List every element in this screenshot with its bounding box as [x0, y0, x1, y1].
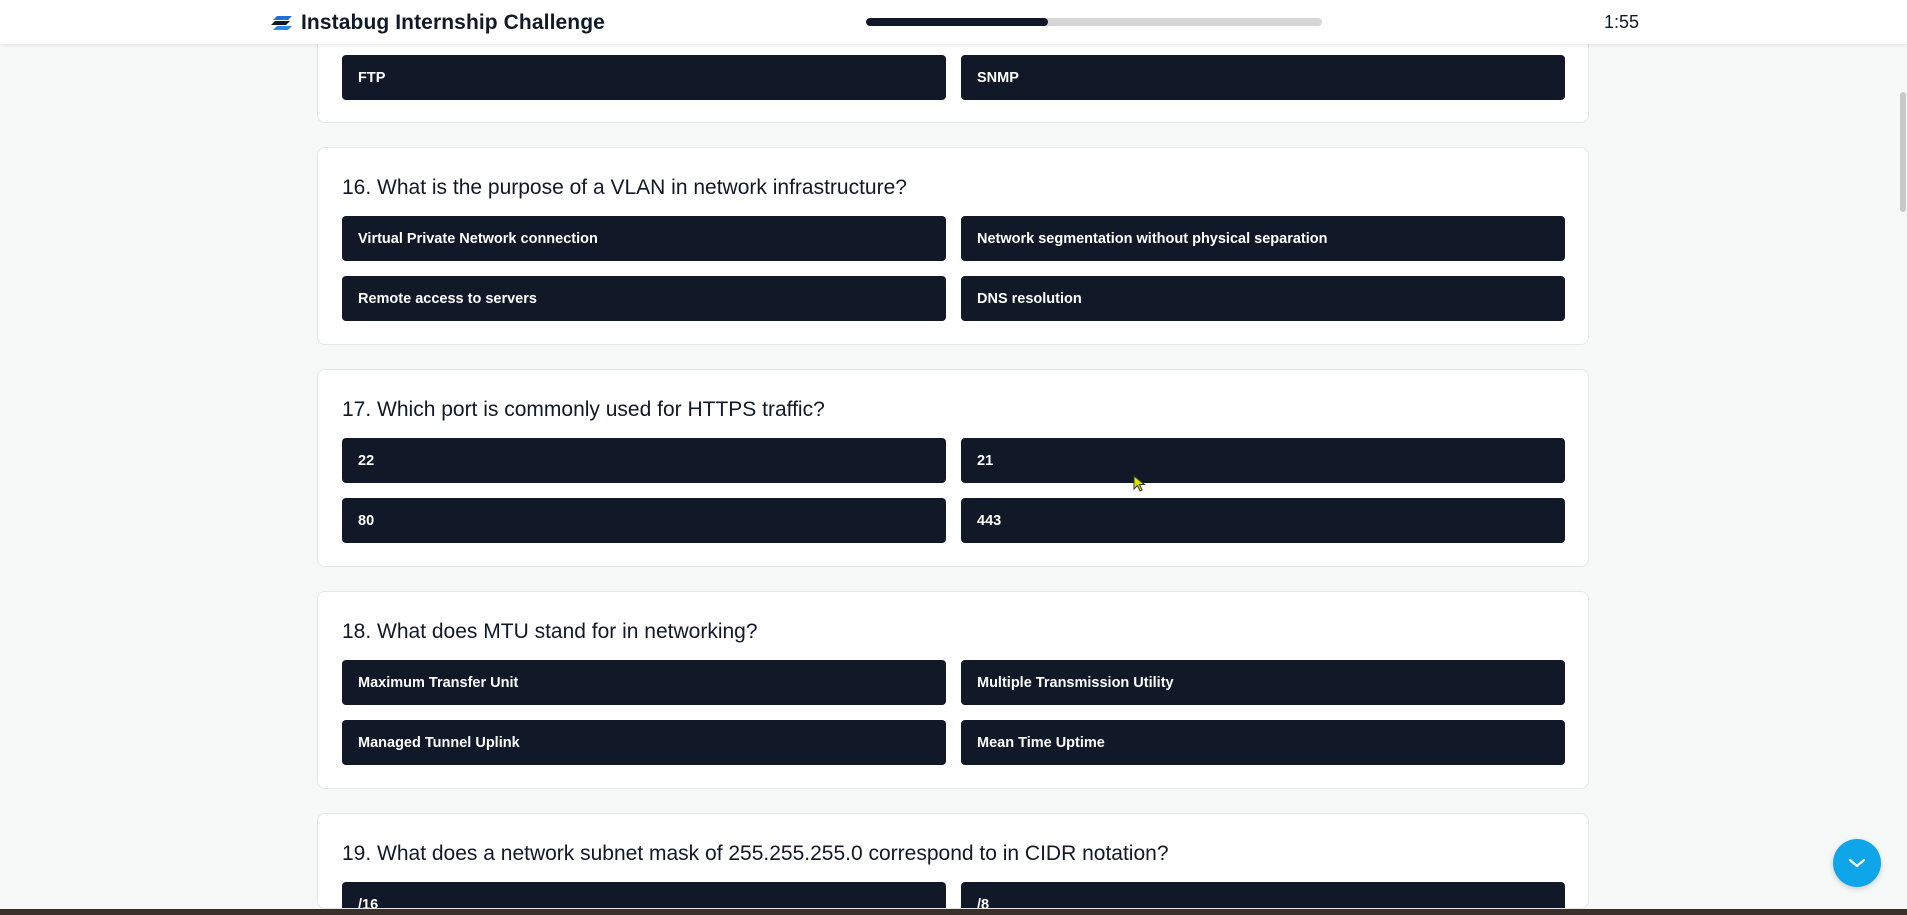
scrollbar[interactable] [1899, 44, 1907, 909]
question-card: 16. What is the purpose of a VLAN in net… [317, 147, 1589, 345]
answer-option[interactable]: /8 [961, 882, 1565, 908]
progress-bar [866, 18, 1322, 26]
answer-option[interactable]: FTP [342, 55, 946, 100]
answer-option[interactable]: 22 [342, 438, 946, 483]
top-bar: Instabug Internship Challenge 1:55 [0, 0, 1907, 44]
answer-option[interactable]: DNS resolution [961, 276, 1565, 321]
window-bottom-edge [0, 909, 1907, 915]
question-title: 18. What does MTU stand for in networkin… [342, 620, 758, 643]
countdown-timer: 1:55 [1604, 12, 1640, 32]
instabug-logo-icon [271, 16, 292, 30]
answer-option[interactable]: 80 [342, 498, 946, 543]
answer-option[interactable]: /16 [342, 882, 946, 908]
chevron-down-icon [1848, 858, 1866, 868]
answer-option[interactable]: Managed Tunnel Uplink [342, 720, 946, 765]
app-title: Instabug Internship Challenge [301, 11, 605, 34]
question-card: 17. Which port is commonly used for HTTP… [317, 369, 1589, 567]
answer-option[interactable]: Maximum Transfer Unit [342, 660, 946, 705]
question-title: 17. Which port is commonly used for HTTP… [342, 398, 825, 421]
answer-option[interactable]: Mean Time Uptime [961, 720, 1565, 765]
answer-option[interactable]: 21 [961, 438, 1565, 483]
answer-option[interactable]: Network segmentation without physical se… [961, 216, 1565, 261]
progress-fill [866, 18, 1049, 26]
answer-option[interactable]: Multiple Transmission Utility [961, 660, 1565, 705]
mouse-cursor-icon [1133, 475, 1146, 492]
scrollbar-thumb[interactable] [1900, 92, 1906, 212]
brand: Instabug Internship Challenge [271, 11, 605, 35]
answer-option[interactable]: Remote access to servers [342, 276, 946, 321]
question-title: 19. What does a network subnet mask of 2… [342, 842, 1169, 865]
question-card: 19. What does a network subnet mask of 2… [317, 813, 1589, 909]
answer-option[interactable]: Virtual Private Network connection [342, 216, 946, 261]
question-card: 18. What does MTU stand for in networkin… [317, 591, 1589, 789]
answer-option[interactable]: 443 [961, 498, 1565, 543]
question-title: 16. What is the purpose of a VLAN in net… [342, 176, 907, 199]
scroll-down-button[interactable] [1833, 839, 1881, 887]
answer-option[interactable]: SNMP [961, 55, 1565, 100]
